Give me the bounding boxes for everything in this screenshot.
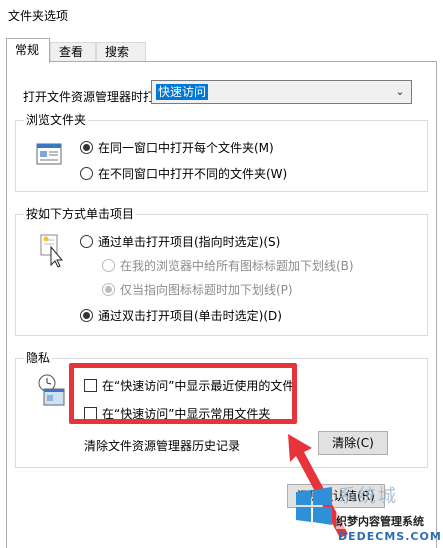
radio-underline-hover-dot[interactable] bbox=[102, 283, 115, 296]
open-in-selected: 快速访问 bbox=[156, 84, 209, 100]
window-title: 文件夹选项 bbox=[8, 9, 69, 23]
open-in-dropdown[interactable]: 快速访问 ⌄ bbox=[151, 80, 412, 104]
checkbox-frequent-folders[interactable]: 在“快速访问”中显示常用文件夹 bbox=[84, 405, 270, 422]
click-items-title: 按如下方式单击项目 bbox=[24, 207, 137, 222]
tab-general[interactable]: 常规 bbox=[6, 38, 50, 63]
clear-button[interactable]: 清除(C) bbox=[318, 431, 388, 455]
folder-options-dialog: 文件夹选项 常规 查看 搜索 打开文件资源管理器时打 快速访问 ⌄ 浏览文件夹 bbox=[0, 0, 443, 548]
checkbox-recent-files-box[interactable] bbox=[84, 379, 97, 392]
title-bar[interactable]: 文件夹选项 bbox=[0, 0, 443, 30]
privacy-group: 隐私 在“快速访问”中显示最近使用的文件 在“快速访问”中显示常用文件夹 清除文… bbox=[15, 351, 428, 468]
tab-search[interactable]: 搜索 bbox=[96, 42, 146, 62]
radio-underline-always-dot[interactable] bbox=[102, 259, 115, 272]
checkbox-recent-files-label: 在“快速访问”中显示最近使用的文件 bbox=[102, 379, 295, 393]
radio-new-window[interactable]: 在不同窗口中打开不同的文件夹(W) bbox=[80, 165, 287, 182]
radio-same-window-label: 在同一窗口中打开每个文件夹(M) bbox=[98, 141, 274, 155]
browse-folders-title: 浏览文件夹 bbox=[24, 113, 89, 128]
browse-folders-group: 浏览文件夹 在同一窗口中打开每个文件夹(M) 在不同窗口中打开不同的文件夹(W) bbox=[15, 113, 428, 192]
chevron-down-icon: ⌄ bbox=[395, 85, 405, 98]
restore-defaults-button[interactable]: 还原默认值(R) bbox=[287, 484, 385, 508]
checkbox-frequent-folders-box[interactable] bbox=[84, 407, 97, 420]
radio-underline-always[interactable]: 在我的浏览器中给所有图标标题加下划线(B) bbox=[102, 257, 354, 274]
window-icon bbox=[36, 143, 62, 168]
radio-double-click-label: 通过双击打开项目(单击时选定)(D) bbox=[98, 309, 282, 323]
clear-history-label: 清除文件资源管理器历史记录 bbox=[84, 439, 241, 453]
radio-underline-hover[interactable]: 仅当指向图标标题时加下划线(P) bbox=[102, 281, 293, 298]
radio-same-window-dot[interactable] bbox=[80, 141, 93, 154]
tab-view[interactable]: 查看 bbox=[50, 42, 96, 62]
radio-single-click-dot[interactable] bbox=[80, 235, 93, 248]
radio-single-click-label: 通过单击打开项目(指向时选定)(S) bbox=[98, 235, 281, 249]
pointer-click-icon bbox=[38, 233, 64, 272]
radio-underline-always-label: 在我的浏览器中给所有图标标题加下划线(B) bbox=[120, 259, 354, 273]
radio-underline-hover-label: 仅当指向图标标题时加下划线(P) bbox=[120, 283, 293, 297]
checkbox-recent-files[interactable]: 在“快速访问”中显示最近使用的文件 bbox=[84, 377, 294, 394]
open-in-label: 打开文件资源管理器时打 bbox=[23, 90, 156, 104]
radio-new-window-dot[interactable] bbox=[80, 167, 93, 180]
radio-single-click[interactable]: 通过单击打开项目(指向时选定)(S) bbox=[80, 233, 280, 250]
radio-new-window-label: 在不同窗口中打开不同的文件夹(W) bbox=[98, 167, 288, 181]
radio-double-click-dot[interactable] bbox=[80, 309, 93, 322]
radio-double-click[interactable]: 通过双击打开项目(单击时选定)(D) bbox=[80, 307, 282, 324]
radio-same-window[interactable]: 在同一窗口中打开每个文件夹(M) bbox=[80, 139, 274, 156]
general-tab-panel: 打开文件资源管理器时打 快速访问 ⌄ 浏览文件夹 在同一窗口中打开每个文件夹(M… bbox=[6, 61, 437, 548]
checkbox-frequent-folders-label: 在“快速访问”中显示常用文件夹 bbox=[102, 407, 271, 421]
privacy-title: 隐私 bbox=[24, 351, 53, 366]
click-items-group: 按如下方式单击项目 通过单击打开项目(指向时选定)(S) 在我的浏览器中给所有图… bbox=[15, 207, 428, 336]
privacy-clock-icon bbox=[36, 373, 66, 410]
